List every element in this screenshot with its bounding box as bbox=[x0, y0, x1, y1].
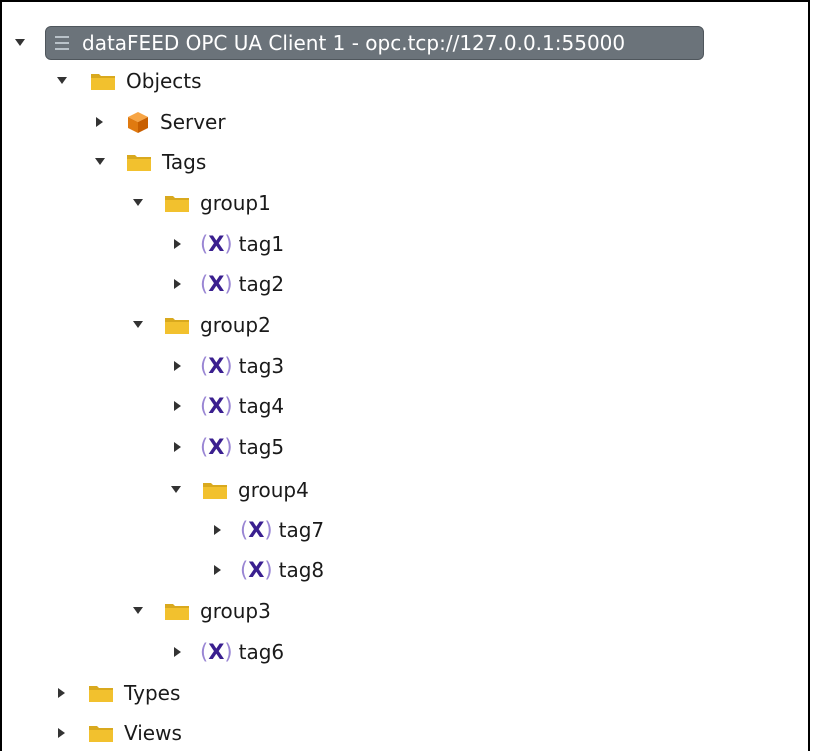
tree-node-objects[interactable]: Objects bbox=[54, 63, 202, 99]
tree-node-label: Server bbox=[160, 110, 226, 134]
tree-node-label: Views bbox=[124, 721, 182, 745]
folder-icon bbox=[126, 152, 152, 172]
collapse-arrow-icon[interactable] bbox=[130, 195, 146, 211]
collapse-arrow-icon[interactable] bbox=[54, 73, 70, 89]
expand-arrow-icon[interactable] bbox=[170, 236, 186, 252]
tree-node-tag8[interactable]: (X) tag8 bbox=[210, 552, 324, 588]
folder-icon bbox=[88, 723, 114, 743]
variable-icon: (X) bbox=[200, 394, 233, 418]
expand-arrow-icon[interactable] bbox=[92, 114, 108, 130]
collapse-arrow-icon[interactable] bbox=[130, 603, 146, 619]
expand-arrow-icon[interactable] bbox=[210, 522, 226, 538]
tree-node-tag5[interactable]: (X) tag5 bbox=[170, 429, 284, 465]
tree-node-label: Types bbox=[124, 681, 181, 705]
folder-icon bbox=[202, 480, 228, 500]
expand-arrow-icon[interactable] bbox=[210, 562, 226, 578]
collapse-arrow-icon[interactable] bbox=[130, 317, 146, 333]
tree-node-label: tag4 bbox=[238, 394, 285, 418]
variable-icon: (X) bbox=[240, 518, 273, 542]
variable-icon: (X) bbox=[200, 232, 233, 256]
object-cube-icon bbox=[126, 110, 150, 134]
variable-icon: (X) bbox=[200, 354, 233, 378]
tree-node-label: group4 bbox=[238, 478, 309, 502]
tree-node-label: tag1 bbox=[238, 232, 285, 256]
tree-node-label: Tags bbox=[162, 150, 207, 174]
tree-node-tag1[interactable]: (X) tag1 bbox=[170, 226, 284, 262]
tree-node-group1[interactable]: group1 bbox=[130, 185, 271, 221]
tree-node-tag2[interactable]: (X) tag2 bbox=[170, 266, 284, 302]
tree-node-label: tag7 bbox=[278, 518, 325, 542]
variable-icon: (X) bbox=[240, 558, 273, 582]
tree-node-group3[interactable]: group3 bbox=[130, 593, 271, 629]
tree-node-label: group2 bbox=[200, 313, 271, 337]
tree-node-label: Objects bbox=[126, 69, 202, 93]
folder-icon bbox=[164, 601, 190, 621]
collapse-arrow-icon[interactable] bbox=[92, 154, 108, 170]
tree-node-label: tag8 bbox=[278, 558, 325, 582]
tree-node-types[interactable]: Types bbox=[54, 675, 180, 711]
tree-node-tag7[interactable]: (X) tag7 bbox=[210, 512, 324, 548]
folder-icon bbox=[164, 315, 190, 335]
tree-node-server[interactable]: Server bbox=[92, 104, 226, 140]
tree-node-label: group1 bbox=[200, 191, 271, 215]
root-node-label: dataFEED OPC UA Client 1 - opc.tcp://127… bbox=[82, 31, 626, 55]
variable-icon: (X) bbox=[200, 640, 233, 664]
expand-arrow-icon[interactable] bbox=[170, 276, 186, 292]
expand-arrow-icon[interactable] bbox=[54, 725, 70, 741]
expand-arrow-icon[interactable] bbox=[170, 644, 186, 660]
tree-node-label: tag3 bbox=[238, 354, 285, 378]
collapse-arrow-icon[interactable] bbox=[12, 35, 28, 51]
tree-node-label: tag6 bbox=[238, 640, 285, 664]
address-space-panel: dataFEED OPC UA Client 1 - opc.tcp://127… bbox=[0, 0, 810, 751]
folder-icon bbox=[90, 71, 116, 91]
expand-arrow-icon[interactable] bbox=[170, 398, 186, 414]
expand-arrow-icon[interactable] bbox=[170, 439, 186, 455]
tree-node-group2[interactable]: group2 bbox=[130, 307, 271, 343]
tree-node-group4[interactable]: group4 bbox=[168, 472, 309, 508]
tree-node-tag3[interactable]: (X) tag3 bbox=[170, 348, 284, 384]
expand-arrow-icon[interactable] bbox=[54, 685, 70, 701]
folder-icon bbox=[88, 683, 114, 703]
tree-node-tag6[interactable]: (X) tag6 bbox=[170, 634, 284, 670]
tree-node-root[interactable] bbox=[12, 25, 28, 61]
folder-icon bbox=[164, 193, 190, 213]
tree-node-views[interactable]: Views bbox=[54, 715, 182, 751]
variable-icon: (X) bbox=[200, 435, 233, 459]
tree-node-label: group3 bbox=[200, 599, 271, 623]
collapse-arrow-icon[interactable] bbox=[168, 482, 184, 498]
tree-node-label: tag5 bbox=[238, 435, 285, 459]
server-list-icon bbox=[54, 33, 70, 53]
expand-arrow-icon[interactable] bbox=[170, 358, 186, 374]
tree-node-root-content[interactable]: dataFEED OPC UA Client 1 - opc.tcp://127… bbox=[54, 25, 625, 61]
variable-icon: (X) bbox=[200, 272, 233, 296]
tree-node-tags[interactable]: Tags bbox=[92, 144, 206, 180]
tree-node-tag4[interactable]: (X) tag4 bbox=[170, 388, 284, 424]
tree-node-label: tag2 bbox=[238, 272, 285, 296]
